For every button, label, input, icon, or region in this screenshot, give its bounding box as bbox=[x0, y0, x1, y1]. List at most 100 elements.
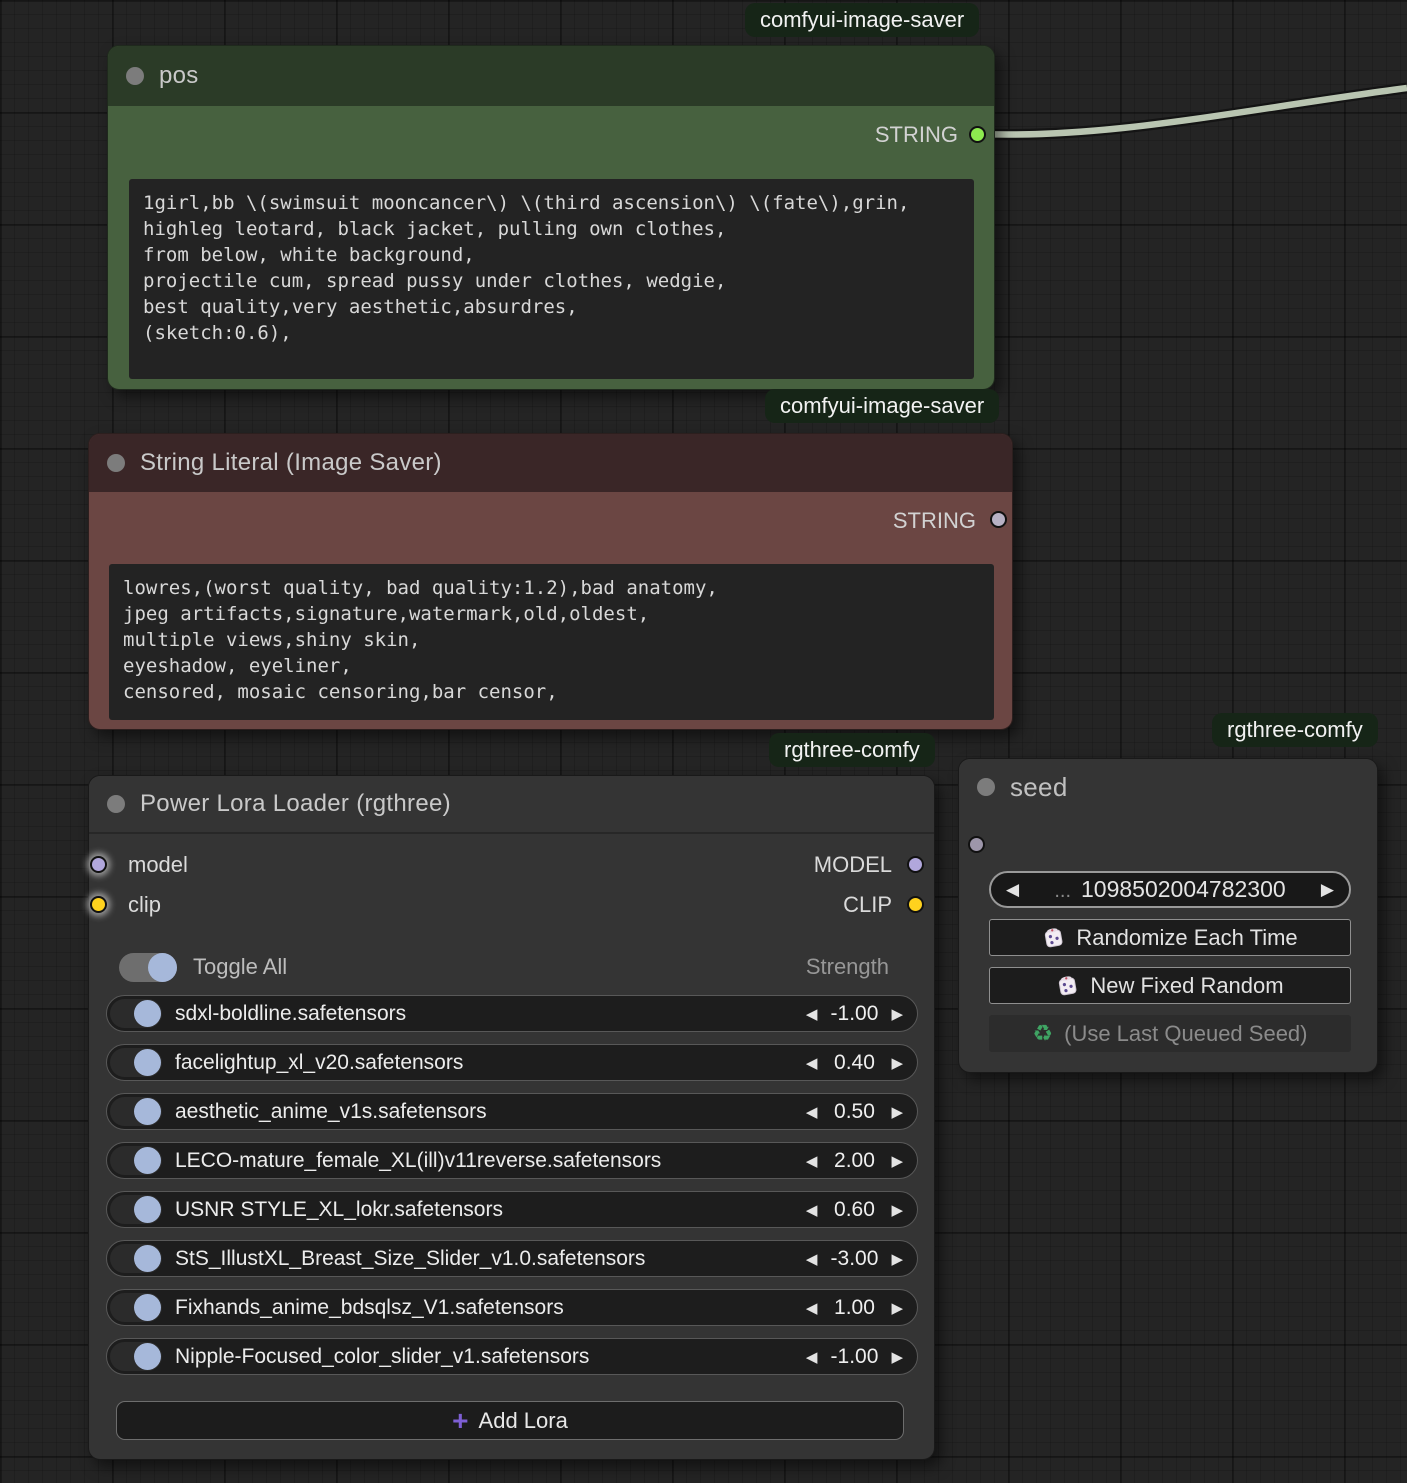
strength-decrease-icon[interactable]: ◀ bbox=[806, 1348, 818, 1366]
strength-decrease-icon[interactable]: ◀ bbox=[806, 1299, 818, 1317]
add-lora-button[interactable]: + Add Lora bbox=[116, 1401, 904, 1440]
toggle-all-switch[interactable] bbox=[119, 953, 177, 982]
strength-increase-icon[interactable]: ▶ bbox=[891, 1005, 903, 1023]
strength-header: Strength bbox=[806, 954, 889, 980]
strength-increase-icon[interactable]: ▶ bbox=[891, 1201, 903, 1219]
strength-increase-icon[interactable]: ▶ bbox=[891, 1152, 903, 1170]
strength-decrease-icon[interactable]: ◀ bbox=[806, 1103, 818, 1121]
input-label-clip: clip bbox=[128, 888, 161, 922]
plus-icon: + bbox=[452, 1407, 468, 1435]
string-output-port[interactable] bbox=[969, 126, 986, 143]
strength-value[interactable]: -1.00 bbox=[828, 1345, 880, 1369]
strength-decrease-icon[interactable]: ◀ bbox=[806, 1152, 818, 1170]
lora-name[interactable]: USNR STYLE_XL_lokr.safetensors bbox=[175, 1198, 806, 1222]
node-header[interactable]: String Literal (Image Saver) bbox=[89, 434, 1012, 492]
seed-output-port[interactable] bbox=[968, 836, 985, 853]
lora-row[interactable]: aesthetic_anime_v1s.safetensors ◀ 0.50 ▶ bbox=[106, 1093, 918, 1130]
lora-toggle[interactable] bbox=[110, 1146, 162, 1175]
lora-row[interactable]: Fixhands_anime_bdsqlsz_V1.safetensors ◀ … bbox=[106, 1289, 918, 1326]
positive-prompt-textarea[interactable]: 1girl,bb \(swimsuit mooncancer\) \(third… bbox=[129, 179, 974, 379]
use-last-queued-seed-label: (Use Last Queued Seed) bbox=[1064, 1021, 1307, 1047]
lora-name[interactable]: aesthetic_anime_v1s.safetensors bbox=[175, 1100, 806, 1124]
lora-name[interactable]: StS_IllustXL_Breast_Size_Slider_v1.0.saf… bbox=[175, 1247, 806, 1271]
strength-decrease-icon[interactable]: ◀ bbox=[806, 1054, 818, 1072]
node-title: Power Lora Loader (rgthree) bbox=[140, 790, 451, 818]
lora-toggle[interactable] bbox=[110, 1048, 162, 1077]
lora-toggle[interactable] bbox=[110, 1293, 162, 1322]
node-header[interactable]: seed bbox=[959, 759, 1377, 815]
node-header[interactable]: pos bbox=[108, 46, 994, 106]
lora-toggle[interactable] bbox=[110, 1342, 162, 1371]
strength-value[interactable]: -3.00 bbox=[828, 1247, 880, 1271]
lora-toggle[interactable] bbox=[110, 1195, 162, 1224]
strength-decrease-icon[interactable]: ◀ bbox=[806, 1250, 818, 1268]
strength-value[interactable]: 2.00 bbox=[828, 1149, 880, 1173]
node-source-badge: rgthree-comfy bbox=[1212, 713, 1378, 747]
negative-prompt-textarea[interactable]: lowres,(worst quality, bad quality:1.2),… bbox=[109, 564, 994, 720]
node-graph-canvas[interactable]: comfyui-image-saver comfyui-image-saver … bbox=[0, 0, 1407, 1483]
new-fixed-random-label: New Fixed Random bbox=[1090, 973, 1283, 999]
lora-row[interactable]: StS_IllustXL_Breast_Size_Slider_v1.0.saf… bbox=[106, 1240, 918, 1277]
clip-output-port[interactable] bbox=[907, 896, 924, 913]
model-output-port[interactable] bbox=[907, 856, 924, 873]
model-input-port[interactable] bbox=[90, 856, 107, 873]
dice-icon bbox=[1056, 974, 1079, 997]
collapse-dot-icon[interactable] bbox=[107, 454, 125, 472]
node-title: seed bbox=[1010, 772, 1068, 803]
seed-ellipsis: ... bbox=[1054, 880, 1071, 902]
strength-value[interactable]: 0.40 bbox=[828, 1051, 880, 1075]
node-title: String Literal (Image Saver) bbox=[140, 449, 442, 477]
strength-increase-icon[interactable]: ▶ bbox=[891, 1054, 903, 1072]
seed-decrease-icon[interactable]: ◀ bbox=[1006, 880, 1019, 900]
strength-decrease-icon[interactable]: ◀ bbox=[806, 1201, 818, 1219]
randomize-each-time-button[interactable]: Randomize Each Time bbox=[989, 919, 1351, 956]
node-source-badge: rgthree-comfy bbox=[769, 733, 935, 767]
lora-row[interactable]: sdxl-boldline.safetensors ◀ -1.00 ▶ bbox=[106, 995, 918, 1032]
strength-increase-icon[interactable]: ▶ bbox=[891, 1348, 903, 1366]
strength-increase-icon[interactable]: ▶ bbox=[891, 1299, 903, 1317]
lora-name[interactable]: Fixhands_anime_bdsqlsz_V1.safetensors bbox=[175, 1296, 806, 1320]
output-label-clip: CLIP bbox=[843, 888, 892, 922]
lora-toggle[interactable] bbox=[110, 1097, 162, 1126]
node-source-badge: comfyui-image-saver bbox=[765, 389, 999, 423]
lora-row[interactable]: USNR STYLE_XL_lokr.safetensors ◀ 0.60 ▶ bbox=[106, 1191, 918, 1228]
input-label-model: model bbox=[128, 848, 188, 882]
seed-node: seed ◀ ...1098502004782300 ▶ Random bbox=[958, 758, 1378, 1073]
power-lora-loader-node: Power Lora Loader (rgthree) model MODEL … bbox=[88, 775, 935, 1460]
collapse-dot-icon[interactable] bbox=[126, 67, 144, 85]
node-header[interactable]: Power Lora Loader (rgthree) bbox=[89, 776, 934, 834]
use-last-queued-seed-button[interactable]: ♻ (Use Last Queued Seed) bbox=[989, 1015, 1351, 1052]
lora-row[interactable]: facelightup_xl_v20.safetensors ◀ 0.40 ▶ bbox=[106, 1044, 918, 1081]
output-label-model: MODEL bbox=[814, 848, 892, 882]
collapse-dot-icon[interactable] bbox=[107, 795, 125, 813]
lora-name[interactable]: sdxl-boldline.safetensors bbox=[175, 1002, 806, 1026]
lora-row[interactable]: LECO-mature_female_XL(ill)v11reverse.saf… bbox=[106, 1142, 918, 1179]
collapse-dot-icon[interactable] bbox=[977, 778, 995, 796]
output-label-string: STRING bbox=[875, 122, 958, 148]
string-literal-node: String Literal (Image Saver) STRING lowr… bbox=[88, 433, 1013, 730]
strength-value[interactable]: 1.00 bbox=[828, 1296, 880, 1320]
string-output-port[interactable] bbox=[990, 511, 1007, 528]
seed-value-widget[interactable]: ◀ ... 1098502004782300 ▶ bbox=[989, 871, 1351, 908]
new-fixed-random-button[interactable]: New Fixed Random bbox=[989, 967, 1351, 1004]
lora-name[interactable]: facelightup_xl_v20.safetensors bbox=[175, 1051, 806, 1075]
strength-increase-icon[interactable]: ▶ bbox=[891, 1250, 903, 1268]
strength-increase-icon[interactable]: ▶ bbox=[891, 1103, 903, 1121]
seed-increase-icon[interactable]: ▶ bbox=[1321, 880, 1334, 900]
seed-value[interactable]: 1098502004782300 bbox=[1081, 876, 1286, 902]
clip-input-port[interactable] bbox=[90, 896, 107, 913]
randomize-label: Randomize Each Time bbox=[1076, 925, 1297, 951]
node-source-badge: comfyui-image-saver bbox=[745, 3, 979, 37]
lora-toggle[interactable] bbox=[110, 999, 162, 1028]
add-lora-label: Add Lora bbox=[479, 1408, 568, 1434]
node-title: pos bbox=[159, 62, 199, 90]
strength-value[interactable]: -1.00 bbox=[828, 1002, 880, 1026]
strength-value[interactable]: 0.50 bbox=[828, 1100, 880, 1124]
strength-decrease-icon[interactable]: ◀ bbox=[806, 1005, 818, 1023]
recycle-icon: ♻ bbox=[1033, 1021, 1054, 1047]
lora-name[interactable]: LECO-mature_female_XL(ill)v11reverse.saf… bbox=[175, 1149, 806, 1173]
strength-value[interactable]: 0.60 bbox=[828, 1198, 880, 1222]
lora-toggle[interactable] bbox=[110, 1244, 162, 1273]
lora-name[interactable]: Nipple-Focused_color_slider_v1.safetenso… bbox=[175, 1345, 806, 1369]
lora-row[interactable]: Nipple-Focused_color_slider_v1.safetenso… bbox=[106, 1338, 918, 1375]
